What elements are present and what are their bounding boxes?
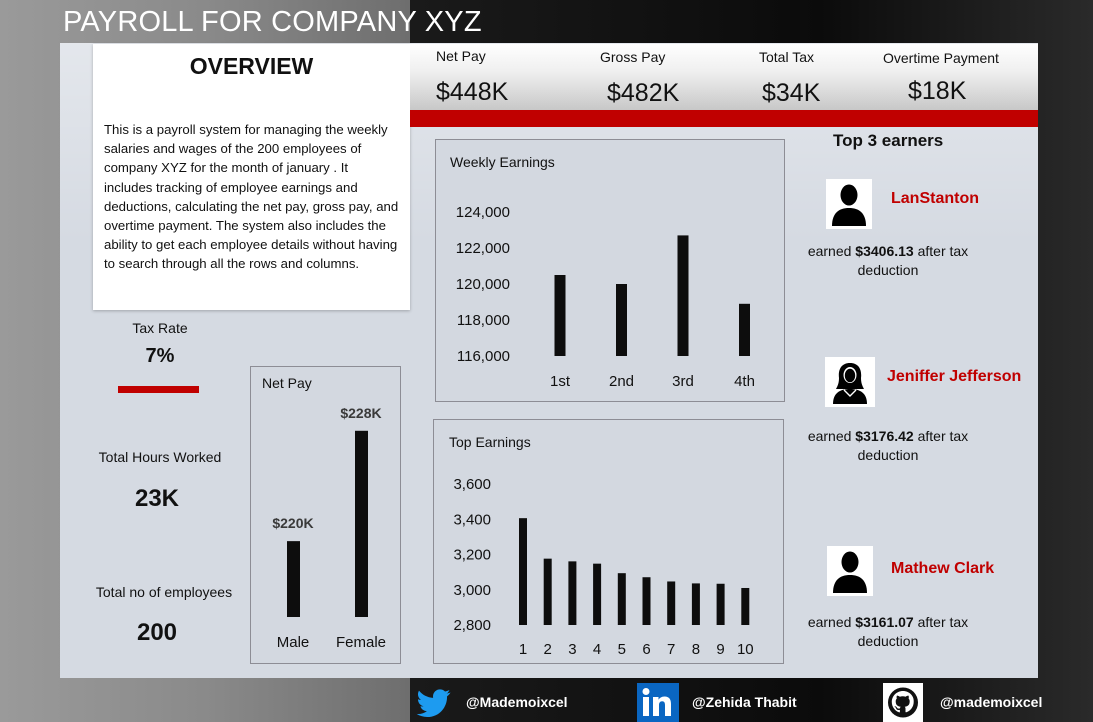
net-pay-female-data-label: $228K — [340, 405, 381, 421]
weekly-earnings-chart: 116,000 118,000 120,000 122,000 124,000 1st 2n… — [456, 204, 755, 390]
weekly-earnings-ytick-label: 116,000 — [457, 348, 510, 365]
female-user-icon — [833, 363, 867, 404]
top-earnings-bar — [716, 583, 725, 625]
total-employees-value: 200 — [136, 619, 178, 646]
weekly-earnings-ytick-label: 122,000 — [456, 240, 510, 257]
weekly-earnings-xtick-label: 1st — [550, 373, 571, 390]
top-earnings-bar — [741, 587, 750, 625]
linkedin-icon[interactable] — [636, 683, 679, 722]
top-earnings-ytick-label: 3,000 — [453, 582, 491, 599]
net-pay-female-category-label: Female — [336, 634, 386, 651]
top-earnings-xtick-label: 7 — [667, 641, 675, 658]
earner-3-summary: earned $3161.07 after tax deduction — [807, 614, 969, 649]
total-hours-value: 23K — [134, 485, 180, 512]
tax-rate-label: Tax Rate — [132, 320, 188, 336]
top-earnings-bar — [642, 577, 651, 625]
weekly-earnings-xtick-label: 2nd — [609, 373, 634, 390]
net-pay-female-bar — [355, 430, 368, 617]
weekly-earnings-bar — [677, 235, 689, 356]
top-earnings-xtick-label: 8 — [692, 641, 700, 658]
top-earnings-ytick-label: 3,200 — [453, 547, 491, 564]
earner-1-avatar — [826, 179, 872, 229]
kpi-overtime-label: Overtime Payment — [883, 50, 999, 66]
earner-3-amount: $3161.07 — [855, 614, 914, 630]
weekly-earnings-xtick-label: 4th — [734, 373, 755, 390]
net-pay-male-data-label: $220K — [272, 515, 313, 531]
overview-card: OVERVIEW This is a payroll system for ma… — [93, 44, 410, 310]
twitter-icon[interactable] — [414, 683, 454, 722]
twitter-handle[interactable]: @Mademoixcel — [466, 694, 568, 710]
top-earnings-xtick-label: 4 — [593, 641, 601, 658]
top-earnings-xtick-label: 5 — [618, 641, 626, 658]
top-earnings-xtick-label: 9 — [716, 641, 724, 658]
earner-1-amount: $3406.13 — [855, 243, 914, 259]
earner-2-amount: $3176.42 — [855, 428, 914, 444]
top-earnings-panel: Top Earnings 2,800 3,000 3,200 3,400 3,600 1 2… — [433, 419, 784, 664]
tax-rate-value: 7% — [145, 345, 175, 367]
earner-3-avatar — [827, 546, 873, 596]
kpi-net-pay-value: $448K — [436, 78, 509, 106]
top-earnings-bar — [568, 561, 577, 625]
top-earnings-xtick-label: 10 — [737, 641, 754, 658]
kpi-overtime-value: $18K — [908, 77, 967, 105]
top-earners-title: Top 3 earners — [833, 131, 944, 150]
male-user-icon — [832, 184, 866, 226]
kpi-gross-pay-value: $482K — [607, 79, 680, 107]
top-earnings-chart: 2,800 3,000 3,200 3,400 3,600 1 2 3 4 5 6 7 8 9 10 — [453, 476, 754, 658]
weekly-earnings-bar — [739, 303, 750, 356]
kpi-total-tax-value: $34K — [762, 79, 821, 107]
total-hours-label: Total Hours Worked — [98, 449, 222, 465]
top-earnings-bar — [667, 581, 676, 625]
top-earnings-bar — [519, 518, 527, 625]
net-pay-gender-chart: $220K Male $228K Female — [272, 405, 386, 651]
weekly-earnings-ytick-label: 124,000 — [456, 204, 510, 221]
weekly-earnings-ytick-label: 118,000 — [457, 312, 510, 329]
earner-1-name: LanStanton — [891, 190, 979, 207]
page-title: PAYROLL FOR COMPANY XYZ — [63, 6, 482, 38]
top-earnings-xtick-label: 3 — [568, 641, 576, 658]
net-pay-gender-panel: Net Pay $220K Male $228K Female — [250, 366, 401, 664]
earner-3-name: Mathew Clark — [891, 560, 995, 577]
net-pay-male-category-label: Male — [277, 634, 310, 651]
top-earnings-xtick-label: 6 — [642, 641, 650, 658]
top-earnings-ytick-label: 3,600 — [453, 476, 491, 493]
kpi-accent-bar — [410, 110, 1038, 127]
earner-2-summary: earned $3176.42 after tax deduction — [807, 428, 969, 463]
weekly-earnings-ytick-label: 120,000 — [456, 276, 510, 293]
top-earnings-bar — [543, 558, 552, 625]
total-employees-label: Total no of employees — [95, 584, 233, 600]
top-earnings-bar — [691, 583, 700, 625]
top-earnings-bar — [593, 563, 602, 625]
weekly-earnings-bar — [554, 275, 566, 356]
weekly-earnings-xtick-label: 3rd — [672, 373, 694, 390]
top-earnings-ytick-label: 3,400 — [453, 511, 491, 528]
male-user-icon — [833, 551, 867, 593]
kpi-net-pay-label: Net Pay — [436, 48, 486, 64]
github-handle[interactable]: @mademoixcel — [940, 694, 1042, 710]
tax-rate-bar — [118, 386, 199, 393]
overview-text: This is a payroll system for managing th… — [104, 122, 399, 272]
overview-heading: OVERVIEW — [189, 53, 314, 79]
earner-2-name: Jeniffer Jefferson — [887, 368, 1022, 385]
github-icon[interactable] — [883, 683, 923, 722]
top-earnings-ytick-label: 2,800 — [453, 617, 491, 634]
earner-1-summary: earned $3406.13 after tax deduction — [807, 243, 969, 278]
kpi-gross-pay-label: Gross Pay — [600, 49, 666, 65]
kpi-total-tax-label: Total Tax — [759, 49, 814, 65]
top-earnings-bar — [617, 573, 626, 625]
net-pay-male-bar — [287, 541, 300, 617]
weekly-earnings-bar — [616, 284, 627, 356]
linkedin-handle[interactable]: @Zehida Thabit — [692, 694, 797, 710]
weekly-earnings-panel: Weekly Earnings 116,000 118,000 120,000 122… — [435, 139, 785, 402]
top-earnings-xtick-label: 2 — [544, 641, 552, 658]
earner-2-avatar — [825, 357, 875, 407]
top-earnings-xtick-label: 1 — [519, 641, 527, 658]
